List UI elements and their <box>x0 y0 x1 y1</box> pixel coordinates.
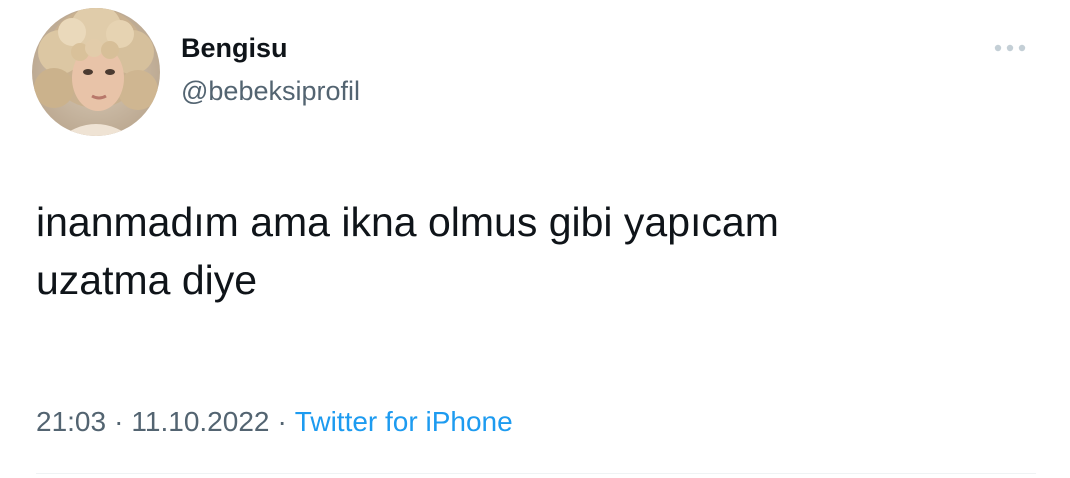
tweet-date[interactable]: 11.10.2022 <box>131 406 269 437</box>
more-options-icon <box>994 44 1026 52</box>
user-handle[interactable]: @bebeksiprofil <box>181 73 360 109</box>
display-name[interactable]: Bengisu <box>181 30 360 66</box>
tweet-text: inanmadım ama ikna olmus gibi yapıcam uz… <box>36 193 1036 309</box>
tweet-text-line: inanmadım ama ikna olmus gibi yapıcam <box>36 199 779 245</box>
tweet-metadata: 21:03 · 11.10.2022 · Twitter for iPhone <box>36 402 513 442</box>
profile-photo-icon <box>32 8 160 136</box>
user-info: Bengisu @bebeksiprofil <box>181 30 360 109</box>
separator: · <box>114 406 124 437</box>
avatar[interactable] <box>32 8 160 136</box>
tweet-card: Bengisu @bebeksiprofil inanmadım ama ikn… <box>0 0 1070 478</box>
more-options-button[interactable] <box>990 36 1030 60</box>
divider <box>36 473 1036 474</box>
tweet-time[interactable]: 21:03 <box>36 406 106 437</box>
separator: · <box>277 406 287 437</box>
tweet-text-line: uzatma diye <box>36 257 258 303</box>
tweet-source-link[interactable]: Twitter for iPhone <box>295 406 513 437</box>
